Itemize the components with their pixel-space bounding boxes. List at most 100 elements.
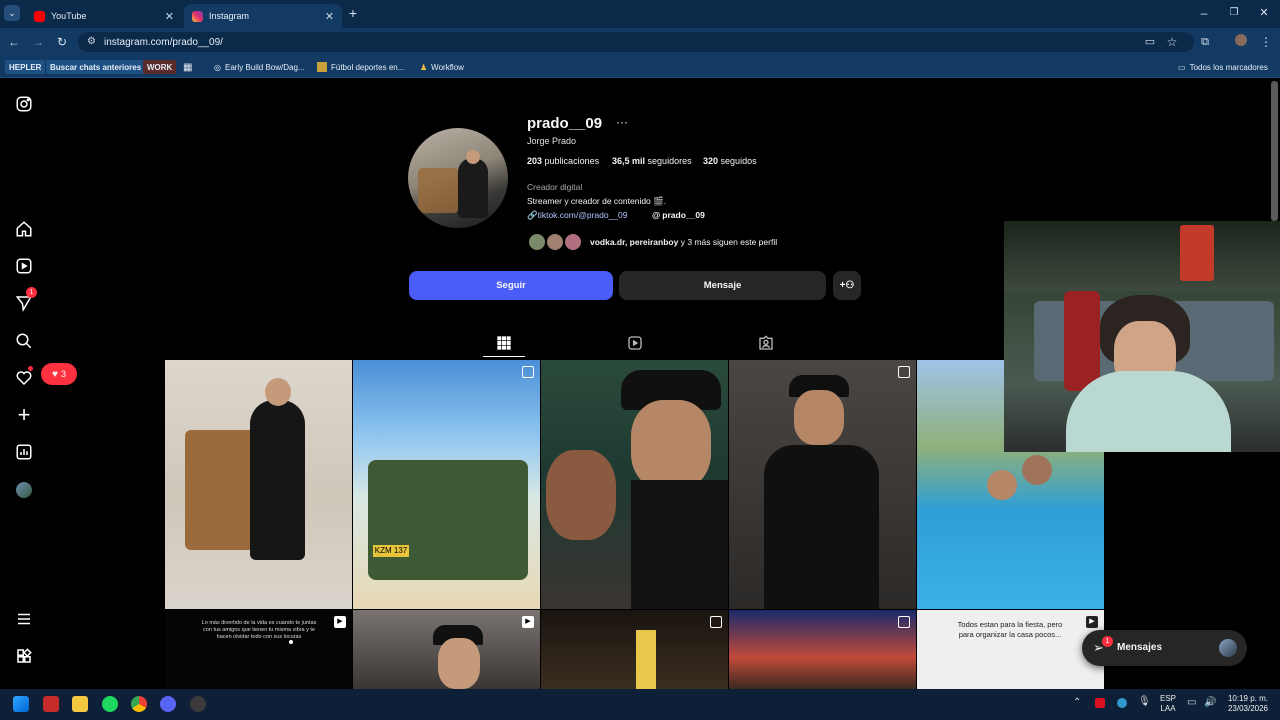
close-window-button[interactable]: ✕ [1256,5,1272,21]
post-thumbnail[interactable]: KZM 137 [353,360,540,609]
suggest-follow-button[interactable]: +⚇ [833,271,861,300]
address-bar[interactable]: ⚙ instagram.com/prado__09/ [78,32,1194,52]
bookmark-star-icon[interactable]: ☆ [1164,34,1180,50]
followers-stat[interactable]: 36,5 mil seguidores [612,156,692,166]
heart-icon[interactable] [14,366,34,388]
profile-picture[interactable] [408,128,508,228]
notification-badge: 1 [26,287,37,298]
follow-button[interactable]: Seguir [409,271,613,300]
followed-by-avatars[interactable] [527,232,587,252]
cast-icon[interactable]: ▭ [1142,34,1158,50]
close-tab-icon[interactable]: ✕ [165,10,174,23]
instagram-logo-icon[interactable] [14,94,34,114]
search-icon: ◎ [214,62,221,72]
tray-app-icon[interactable] [1095,698,1105,708]
profile-full-name: Jorge Prado [527,136,577,146]
webcam-overlay [1004,221,1280,452]
tray-app-icon[interactable] [1117,698,1127,708]
restore-button[interactable]: ❐ [1226,5,1242,21]
post-thumbnail[interactable] [165,360,352,609]
language-indicator[interactable]: ESP LAA [1160,694,1176,714]
tab-search-button[interactable]: ⌄ [4,5,20,21]
profile-category: Creador digital [527,182,583,192]
reels-icon[interactable] [14,256,34,276]
reel-icon: ▶ [334,616,346,628]
home-icon[interactable] [14,219,34,239]
left-nav: 1 ♥ 3 + [0,79,77,689]
bookmark-work[interactable]: WORK [143,60,177,74]
apps-grid-icon[interactable]: ▦ [183,60,192,74]
back-icon[interactable]: ← [6,34,22,50]
posts-tab-grid-icon[interactable] [496,335,512,351]
taskbar: ⌃ 🎙 ESP LAA ▭ 🔊 10:19 p. m. 23/03/2026 [0,689,1280,720]
profile-avatar-nav[interactable] [14,480,34,500]
network-icon[interactable]: ▭ [1187,697,1196,708]
workflow-favicon: ♟ [420,62,428,72]
dashboard-icon[interactable] [14,442,34,462]
threads-badge[interactable]: @ prado__09 [652,210,705,220]
bookmark-hepler[interactable]: HEPLER [5,60,46,74]
profile-avatar[interactable] [1233,34,1249,50]
tab-youtube[interactable]: YouTube ✕ [26,4,182,28]
activity-dot [28,366,33,371]
bookmark-workflow[interactable]: ♟ Workflow [420,60,464,74]
clock[interactable]: 10:19 p. m. 23/03/2026 [1224,694,1268,714]
tab-instagram[interactable]: Instagram ✕ [184,4,342,28]
reel-icon: ▶ [1086,616,1098,628]
heart-fill-icon: ♥ [52,368,58,380]
also-from-meta-icon[interactable] [14,646,34,666]
site-info-icon[interactable]: ⚙ [87,36,96,47]
create-icon[interactable]: + [14,402,34,427]
new-tab-button[interactable]: + [345,5,361,21]
volume-icon[interactable]: 🔊 [1204,697,1216,708]
browser-toolbar: ← → ↻ ⚙ instagram.com/prado__09/ ▭ ☆ ⧉ ⋮ [0,28,1280,56]
more-menu-icon[interactable] [14,609,34,629]
link-icon: 🔗 [527,210,538,220]
carousel-icon [710,616,722,628]
following-stat[interactable]: 320 seguidos [703,156,757,166]
app-icon[interactable] [43,696,59,712]
post-thumbnail[interactable] [729,360,916,609]
all-bookmarks[interactable]: ▭ Todos los marcadores [1178,60,1268,74]
youtube-icon [34,10,45,22]
close-tab-icon[interactable]: ✕ [325,10,334,23]
carousel-icon [522,366,534,378]
post-thumbnail[interactable]: ▶ [353,610,540,689]
windows-start-icon[interactable] [13,696,29,712]
direct-icon[interactable]: 1 [14,287,37,313]
post-thumbnail[interactable] [541,360,728,609]
discord-icon[interactable] [160,696,176,712]
post-thumbnail[interactable] [729,610,916,689]
menu-icon[interactable]: ⋮ [1258,34,1274,50]
reels-tab-icon[interactable] [627,335,643,351]
spotify-icon[interactable] [102,696,118,712]
message-avatar [1219,639,1237,657]
app-icon[interactable] [190,696,206,712]
active-tab-indicator [483,356,525,357]
post-thumbnail[interactable]: Lo más divertido de la vida es cuando te… [165,610,352,689]
minimize-button[interactable]: – [1196,5,1212,21]
profile-link[interactable]: 🔗tiktok.com/@prado__09 [527,210,628,221]
posts-stat[interactable]: 203 publicaciones [527,156,599,166]
post-thumbnail[interactable]: Todos estan para la fiesta, pero para or… [917,610,1104,689]
reload-icon[interactable]: ↻ [54,34,70,50]
microphone-icon[interactable]: 🎙 [1138,696,1151,707]
instagram-favicon [192,10,203,22]
bookmark-buscar-chats[interactable]: Buscar chats anteriores [46,60,146,74]
search-icon[interactable] [14,331,34,351]
chrome-icon[interactable] [131,696,147,712]
bookmarks-bar: HEPLER Buscar chats anteriores WORK ▦ ◎ E… [0,56,1280,78]
message-button[interactable]: Mensaje [619,271,826,300]
file-explorer-icon[interactable] [72,696,88,712]
options-icon[interactable]: ··· [616,115,628,129]
forward-icon[interactable]: → [30,34,46,50]
tagged-tab-icon[interactable] [758,335,774,351]
followed-by-text[interactable]: vodka.dr, pereiranboy y 3 más siguen est… [590,237,777,247]
page-scrollbar[interactable] [1271,81,1278,221]
extensions-icon[interactable]: ⧉ [1197,34,1213,50]
bookmark-early-build[interactable]: ◎ Early Build Bow/Dag... [214,60,305,74]
post-thumbnail[interactable] [541,610,728,689]
tray-chevron-icon[interactable]: ⌃ [1073,697,1081,708]
messages-button[interactable]: ➢ 1 Mensajes [1082,630,1247,666]
bookmark-futbol[interactable]: Fútbol deportes en... [317,60,404,74]
